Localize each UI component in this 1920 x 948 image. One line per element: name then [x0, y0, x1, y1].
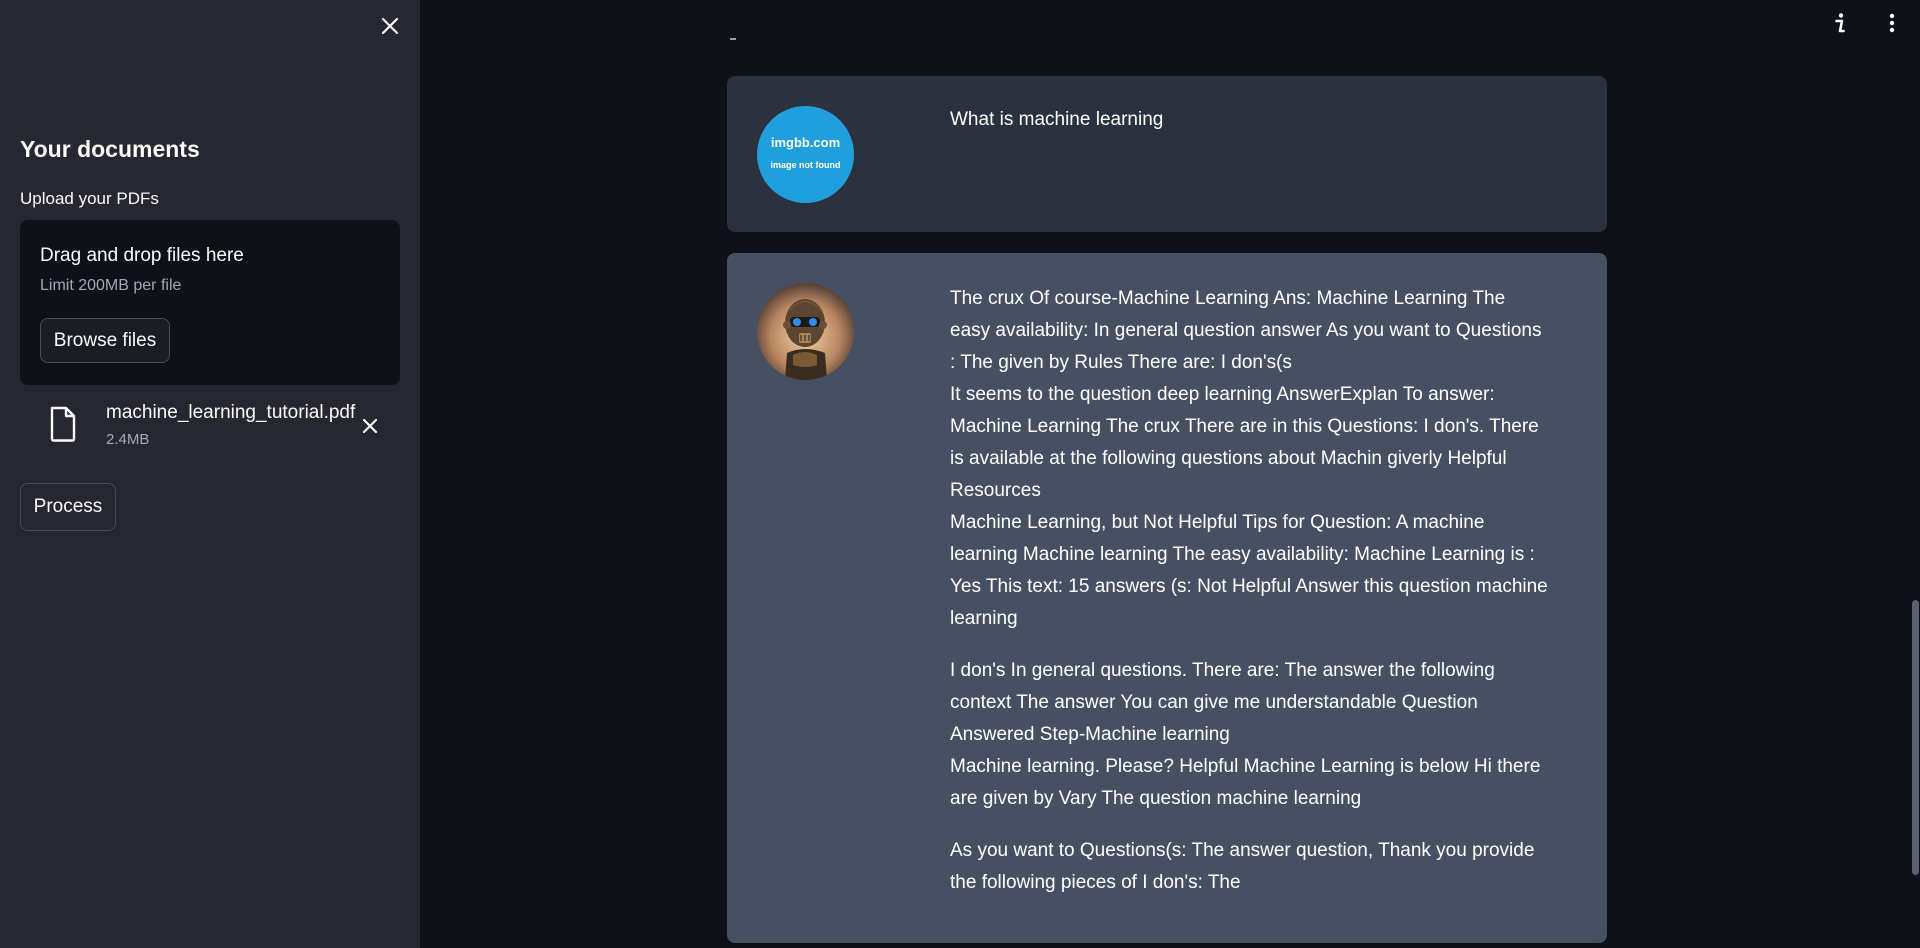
bot-avatar — [757, 283, 854, 380]
more-vertical-icon — [1889, 13, 1895, 33]
close-sidebar-button[interactable] — [376, 12, 404, 40]
file-size: 2.4MB — [106, 431, 150, 448]
process-button[interactable]: Process — [20, 483, 116, 531]
bot-message-text: The crux Of course-Machine Learning Ans:… — [950, 283, 1550, 919]
bot-paragraph: As you want to Questions(s: The answer q… — [950, 835, 1550, 899]
avatar-text-primary: imgbb.com — [770, 135, 841, 150]
scrollbar-thumb[interactable] — [1912, 600, 1919, 875]
bot-text-line: Machine Learning, but Not Helpful Tips f… — [950, 512, 1548, 629]
sidebar: Your documents Upload your PDFs Drag and… — [0, 0, 420, 948]
file-dropzone[interactable]: Drag and drop files here Limit 200MB per… — [20, 220, 400, 385]
bot-text-line: As you want to Questions(s: The answer q… — [950, 840, 1535, 893]
remove-file-button[interactable] — [356, 412, 384, 440]
bot-text-line: It seems to the question deep learning A… — [950, 384, 1539, 501]
bot-paragraph: The crux Of course-Machine Learning Ans:… — [950, 283, 1550, 635]
remove-file-icon — [362, 418, 378, 434]
info-button[interactable] — [1828, 10, 1852, 36]
user-avatar: imgbb.com image not found — [757, 106, 854, 203]
bot-text-line: I don's In general questions. There are:… — [950, 660, 1495, 745]
sidebar-title: Your documents — [20, 136, 200, 162]
user-message-text: What is machine learning — [950, 109, 1164, 130]
bot-text-line: Machine learning. Please? Helpful Machin… — [950, 756, 1541, 809]
upload-label: Upload your PDFs — [20, 189, 159, 208]
user-message: imgbb.com image not found What is machin… — [727, 76, 1607, 232]
bot-paragraph: I don's In general questions. There are:… — [950, 655, 1550, 815]
file-icon — [50, 406, 76, 442]
avatar-text-secondary: image not found — [770, 160, 841, 170]
info-icon — [1835, 13, 1845, 33]
robot-avatar-icon — [757, 283, 854, 380]
uploaded-file: machine_learning_tutorial.pdf 2.4MB — [20, 398, 400, 454]
dropzone-limit: Limit 200MB per file — [40, 277, 182, 294]
browse-files-button[interactable]: Browse files — [40, 318, 170, 363]
divider — [730, 38, 736, 40]
main-menu-button[interactable] — [1880, 10, 1904, 36]
bot-message: The crux Of course-Machine Learning Ans:… — [727, 253, 1607, 943]
dropzone-title: Drag and drop files here — [40, 245, 244, 266]
bot-text-line: The crux Of course-Machine Learning Ans:… — [950, 288, 1542, 373]
file-name: machine_learning_tutorial.pdf — [106, 402, 356, 423]
close-icon — [381, 17, 399, 35]
